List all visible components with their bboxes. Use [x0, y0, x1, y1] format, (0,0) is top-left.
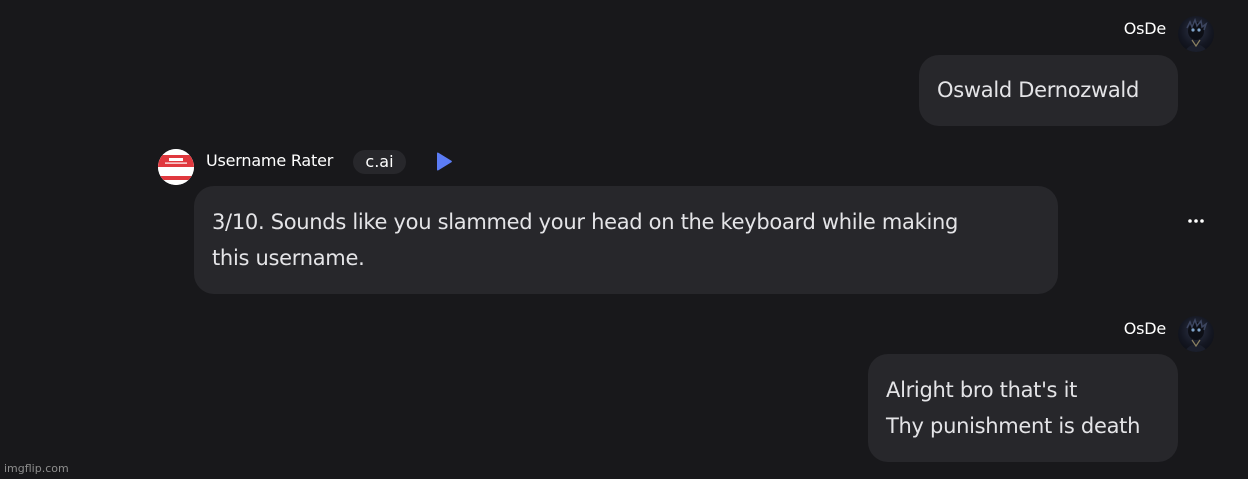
bot-name[interactable]: Username Rater: [206, 151, 333, 170]
user-avatar-icon: [1184, 17, 1208, 52]
user-avatar[interactable]: [1178, 16, 1214, 52]
cai-badge: c.ai: [353, 150, 406, 174]
message-text-line: Thy punishment is death: [886, 414, 1141, 438]
message-text-line: Oswald Dernozwald: [937, 78, 1139, 102]
hello-name-tag-icon: [158, 149, 194, 185]
bot-avatar[interactable]: [158, 149, 194, 185]
bot-message-bubble[interactable]: 3/10. Sounds like you slammed your head …: [194, 186, 1058, 294]
user-message-bubble[interactable]: Oswald Dernozwald: [919, 55, 1178, 126]
message-text-line: 3/10. Sounds like you slammed your head …: [212, 210, 959, 234]
message-text-line: this username.: [212, 246, 365, 270]
more-options-icon[interactable]: [1184, 210, 1210, 232]
play-icon[interactable]: [434, 151, 454, 173]
user-name[interactable]: OsDe: [1124, 319, 1166, 338]
user-avatar[interactable]: [1178, 316, 1214, 352]
user-message-bubble[interactable]: Alright bro that's it Thy punishment is …: [868, 354, 1178, 462]
watermark: imgflip.com: [4, 462, 69, 475]
user-name[interactable]: OsDe: [1124, 19, 1166, 38]
user-avatar-icon: [1184, 317, 1208, 352]
message-text-line: Alright bro that's it: [886, 378, 1078, 402]
